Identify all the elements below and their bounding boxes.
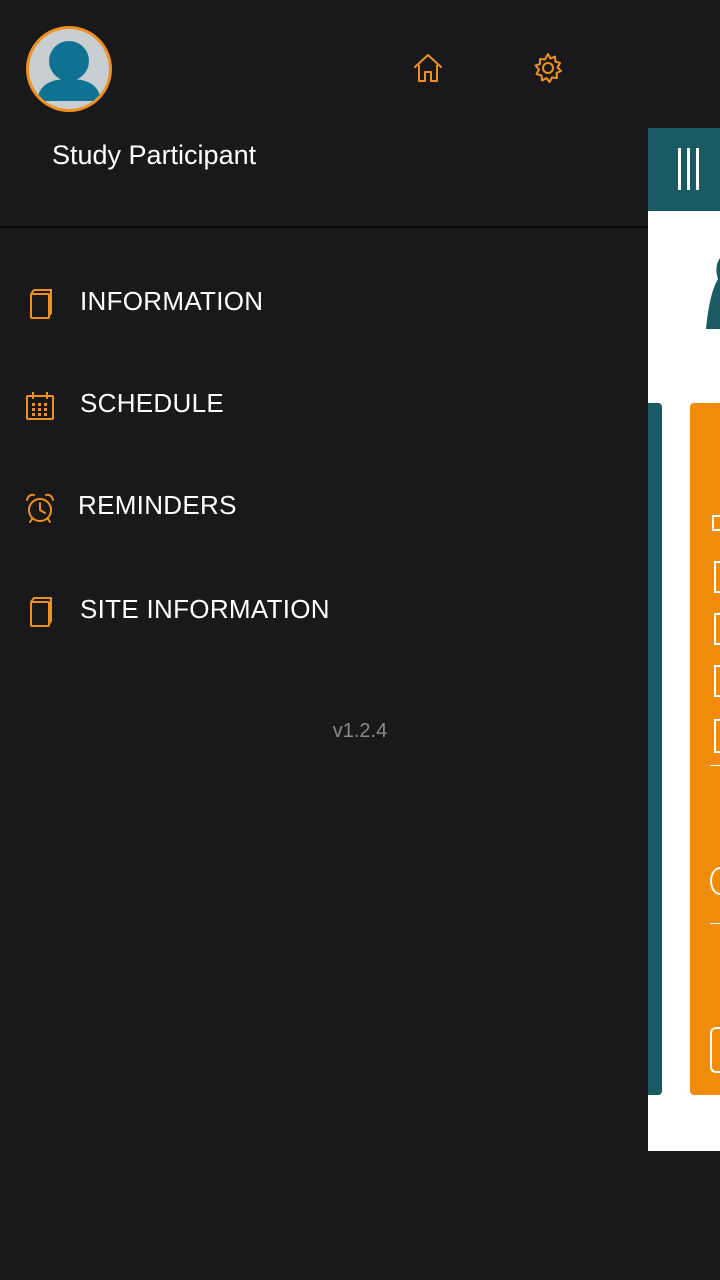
book-icon [30, 289, 52, 319]
card-divider [710, 923, 720, 924]
menu-item-label: REMINDERS [78, 490, 237, 520]
menu-item-label: SCHEDULE [80, 388, 224, 418]
menu-item-label: SITE INFORMATION [80, 594, 330, 624]
menu-item-reminders[interactable]: REMINDERS [0, 466, 648, 546]
card-button[interactable] [710, 1027, 720, 1073]
home-icon[interactable] [412, 52, 444, 84]
teal-card[interactable] [648, 403, 662, 1095]
avatar[interactable] [26, 26, 112, 112]
card-icon [714, 561, 720, 593]
app-content [648, 211, 720, 1151]
orange-card[interactable] [690, 403, 720, 1095]
card-divider [710, 765, 720, 766]
person-icon [706, 258, 720, 329]
card-icon [712, 515, 720, 531]
app-toolbar [648, 128, 720, 211]
navigation-drawer: Study Participant INFORMATION SCHEDULE R… [0, 0, 648, 1280]
user-silhouette-icon [37, 41, 101, 101]
menu-item-information[interactable]: INFORMATION [0, 262, 648, 342]
background-app [648, 0, 720, 1280]
user-name: Study Participant [52, 140, 257, 170]
menu-item-schedule[interactable]: SCHEDULE [0, 364, 648, 444]
menu-item-label: INFORMATION [80, 286, 264, 316]
gear-icon[interactable] [532, 52, 564, 84]
app-version: v1.2.4 [332, 720, 388, 742]
calendar-icon [26, 392, 54, 420]
alarm-clock-icon [26, 493, 54, 523]
header-divider [0, 226, 648, 228]
book-icon [30, 597, 52, 627]
card-clock-icon [710, 867, 720, 895]
menu-item-site-information[interactable]: SITE INFORMATION [0, 570, 648, 650]
menu-icon[interactable] [678, 148, 700, 190]
card-icon [714, 613, 720, 645]
card-icon [714, 665, 720, 697]
